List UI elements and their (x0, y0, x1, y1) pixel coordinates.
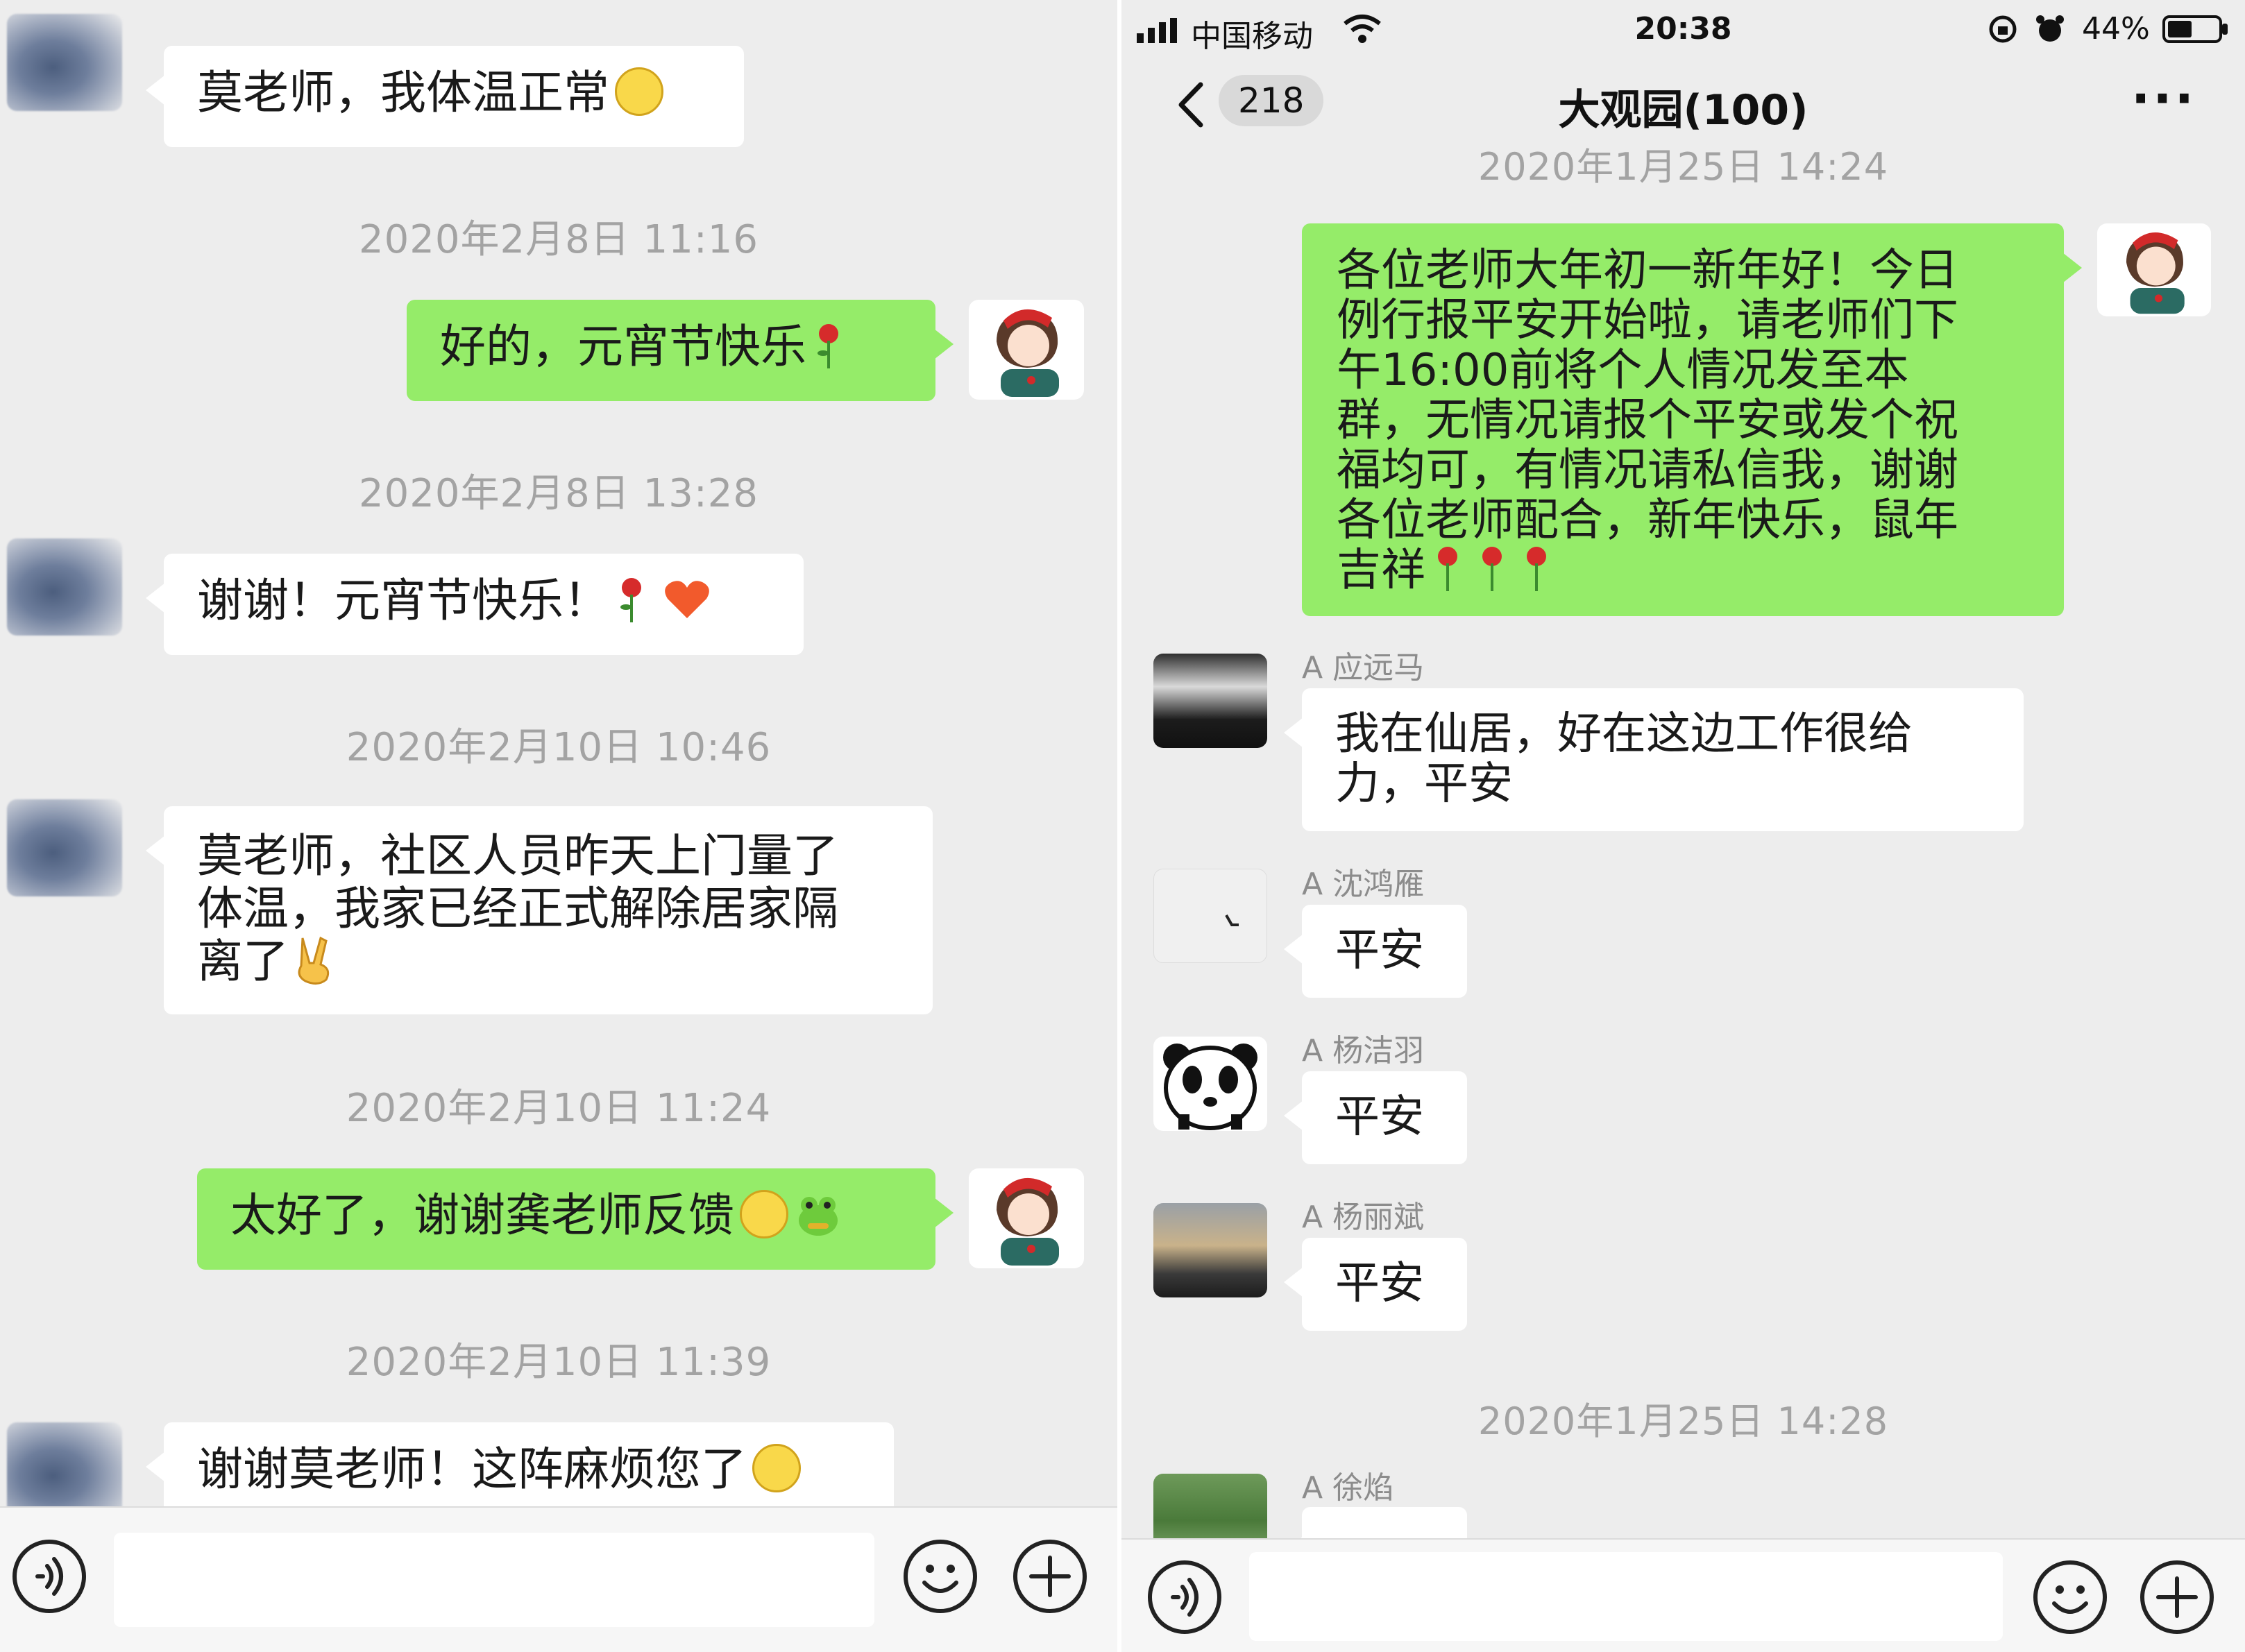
rose-emoji-icon (1527, 547, 1546, 592)
more-icon[interactable]: ··· (2131, 69, 2196, 128)
rose-emoji-icon (620, 577, 641, 622)
contact-avatar[interactable] (7, 14, 122, 111)
message-line: 各位老师配合，新年快乐，鼠年 (1337, 495, 1958, 546)
message-text: 太好了，谢谢龚老师反馈 (230, 1189, 734, 1242)
heart-emoji-icon (665, 581, 709, 618)
message-line: 各位老师大年初一新年好！今日 (1337, 245, 1958, 296)
message-text: 好的，元宵节快乐 (440, 320, 806, 373)
message-timestamp: 2020年1月25日 14:28 (1477, 1399, 1889, 1443)
grin-emoji-icon (740, 1189, 788, 1238)
message-bubble-outgoing[interactable]: 各位老师大年初一新年好！今日 例行报平安开始啦，请老师们下 午16:00前将个人… (1302, 223, 2082, 616)
message-line: 平安 (1335, 1258, 1424, 1309)
message-line: 平安 (1335, 1091, 1424, 1143)
message-line: 午16:00前将个人情况发至本 (1337, 345, 1909, 396)
message-line: 群，无情况请报个平安或发个祝 (1337, 395, 1958, 446)
emoji-icon[interactable] (902, 1538, 979, 1615)
message-bubble-incoming[interactable]: 平安 (1284, 905, 1467, 998)
message-line: 福均可，有情况请私信我，谢谢 (1337, 445, 1958, 496)
rose-emoji-icon (817, 323, 838, 368)
message-bubble-incoming[interactable]: 平安 (1284, 1238, 1467, 1331)
message-timestamp: 2020年2月8日 13:28 (359, 471, 759, 516)
clock-hand-icon (1225, 914, 1239, 926)
message-bubble-incoming[interactable]: 平安 (1284, 1071, 1467, 1164)
right-chat-screen: 中国移动 20:38 44% 218 大观园(100) ··· 2020年1月2… (1121, 0, 2245, 1652)
my-avatar[interactable] (969, 300, 1084, 400)
girl-avatar-icon (997, 309, 1059, 397)
girl-avatar-icon (2126, 232, 2185, 314)
my-avatar[interactable] (2097, 223, 2211, 316)
battery-icon (2162, 15, 2228, 43)
sender-name: A 杨丽斌 (1302, 1200, 1425, 1235)
plus-icon[interactable] (2139, 1559, 2215, 1635)
message-bubble-incoming[interactable]: 谢谢！元宵节快乐！ (146, 554, 804, 655)
plus-icon[interactable] (1012, 1538, 1088, 1615)
contact-avatar[interactable] (1153, 654, 1267, 748)
message-text: 谢谢莫老师！这阵麻烦您了 (197, 1442, 747, 1496)
message-timestamp: 2020年1月25日 14:24 (1477, 145, 1889, 189)
rose-emoji-icon (1438, 547, 1457, 592)
my-avatar[interactable] (969, 1168, 1084, 1268)
status-time: 20:38 (1634, 11, 1732, 46)
message-line: 平安 (1335, 925, 1424, 976)
message-bubble-outgoing[interactable]: 好的，元宵节快乐 (407, 300, 954, 401)
panda-avatar-icon (1163, 1044, 1257, 1130)
message-bubble-incoming[interactable]: 莫老师，我体温正常 (146, 46, 744, 147)
contact-avatar[interactable] (1153, 1037, 1267, 1131)
message-line: 我在仙居，好在这边工作很给 (1335, 708, 1913, 760)
message-bubble-incoming[interactable]: 莫老师，社区人员昨天上门量了 体温，我家已经正式解除居家隔 离了 (146, 806, 933, 1014)
frog-emoji-icon (799, 1196, 838, 1236)
contact-avatar[interactable] (1153, 1203, 1267, 1297)
message-input[interactable] (1249, 1552, 2003, 1641)
chat-nav-bar: 218 大观园(100) ··· (1121, 60, 2245, 143)
smile-emoji-icon (752, 1443, 801, 1492)
contact-avatar[interactable] (1153, 869, 1267, 963)
message-bubble-outgoing[interactable]: 太好了，谢谢龚老师反馈 (197, 1168, 954, 1270)
chat-input-bar (0, 1506, 1117, 1652)
victory-hand-emoji-icon (298, 936, 330, 985)
message-timestamp: 2020年2月8日 11:16 (359, 217, 759, 262)
voice-icon[interactable] (11, 1538, 87, 1615)
emoji-icon[interactable] (2032, 1559, 2108, 1635)
sender-name: A 沈鸿雁 (1302, 867, 1425, 902)
sender-name: A 杨洁羽 (1302, 1033, 1425, 1068)
message-text: 莫老师，我体温正常 (197, 66, 609, 119)
message-timestamp: 2020年2月10日 10:46 (346, 725, 772, 770)
voice-icon[interactable] (1146, 1559, 1223, 1635)
contact-avatar[interactable] (7, 799, 122, 896)
message-input[interactable] (114, 1533, 874, 1627)
chat-title: 大观园(100) (1558, 86, 1808, 135)
message-text: 谢谢！元宵节快乐！ (197, 574, 609, 627)
status-bar: 中国移动 20:38 44% (1121, 0, 2245, 60)
message-timestamp: 2020年2月10日 11:39 (346, 1340, 772, 1385)
sender-name: A 徐焰 (1302, 1470, 1394, 1506)
rotation-lock-icon (1989, 15, 2017, 43)
sender-name: A 应远马 (1302, 650, 1425, 686)
chat-input-bar (1121, 1538, 2245, 1652)
smile-emoji-icon (615, 67, 663, 116)
contact-avatar[interactable] (7, 1422, 122, 1519)
message-line: 吉祥 (1337, 545, 1425, 596)
message-line: 体温，我家已经正式解除居家隔 (197, 882, 838, 935)
alarm-icon (2036, 15, 2064, 42)
left-chat-screen: 莫老师，我体温正常 2020年2月8日 11:16 好的，元宵节快乐 2020年… (0, 0, 1117, 1652)
message-line: 莫老师，社区人员昨天上门量了 (197, 829, 838, 883)
girl-avatar-icon (997, 1177, 1059, 1266)
message-line: 例行报平安开始啦，请老师们下 (1337, 295, 1958, 346)
rose-emoji-icon (1482, 547, 1502, 592)
contact-avatar[interactable] (7, 538, 122, 636)
message-line: 离了 (197, 935, 289, 988)
message-bubble-incoming[interactable]: 我在仙居，好在这边工作很给 力，平安 (1284, 688, 2024, 831)
battery-percent: 44% (2082, 11, 2150, 46)
message-timestamp: 2020年2月10日 11:24 (346, 1086, 772, 1131)
message-line: 力，平安 (1335, 758, 1513, 810)
